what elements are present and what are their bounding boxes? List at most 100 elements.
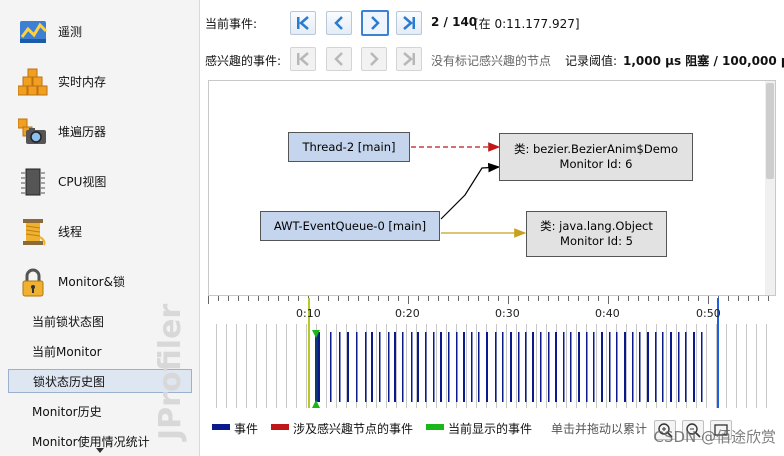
interesting-event-label: 感兴趣的事件: <box>205 54 282 68</box>
event-bar <box>548 332 550 402</box>
next-icon <box>371 16 380 30</box>
event-bar <box>318 332 320 402</box>
locking-graph[interactable]: Thread-2 [main] AWT-EventQueue-0 [main] … <box>208 80 776 296</box>
previous-event-button[interactable] <box>326 11 352 35</box>
event-bar <box>365 332 367 402</box>
drag-hint-text: 单击并拖动以累计 <box>551 422 648 436</box>
event-bar <box>555 332 557 402</box>
sidebar-item-cpu-views[interactable]: CPU视图 <box>0 157 199 207</box>
threads-icon <box>23 219 46 246</box>
subitem-label: 锁状态历史图 <box>33 375 106 389</box>
legend-events-label: 事件 <box>234 422 259 436</box>
event-timeline[interactable]: 0:10 0:20 0:30 0:40 0:50 <box>208 296 776 412</box>
scrollbar-thumb[interactable] <box>766 83 774 179</box>
sidebar-item-threads[interactable]: 线程 <box>0 207 199 257</box>
event-bar <box>330 332 332 402</box>
last-interesting-button[interactable] <box>396 47 422 71</box>
tick-label: 0:20 <box>395 307 420 320</box>
event-bar <box>356 332 358 402</box>
next-interesting-button[interactable] <box>361 47 387 71</box>
threshold-label: 记录阈值: <box>565 54 618 68</box>
blocked-arrow <box>440 162 501 220</box>
subitem-label: 当前Monitor <box>32 345 102 359</box>
legend-swatch-interesting <box>271 424 289 430</box>
scroll-down-icon[interactable] <box>96 448 104 454</box>
monitor-node-object[interactable]: 类: java.lang.Object Monitor Id: 5 <box>526 211 667 257</box>
event-bar <box>563 332 565 402</box>
thread-node-awt-eventqueue[interactable]: AWT-EventQueue-0 [main] <box>260 211 440 241</box>
event-bar <box>463 332 465 402</box>
timeline-canvas[interactable] <box>208 296 776 412</box>
next-event-button[interactable] <box>361 10 389 36</box>
csdn-watermark: CSDN @佰途欣赏 <box>653 428 776 446</box>
event-bar <box>525 332 527 402</box>
event-bar <box>586 332 588 402</box>
graph-edges <box>411 142 527 238</box>
previous-icon <box>334 52 343 66</box>
legend-swatch-current <box>426 424 444 430</box>
monitor-class-label: 类: bezier.BezierAnim$Demo <box>513 142 679 156</box>
event-bar <box>616 332 618 402</box>
event-bar <box>388 332 390 402</box>
lock-icon <box>22 268 44 297</box>
event-bar <box>379 332 381 402</box>
telemetry-icon <box>20 21 48 43</box>
jprofiler-watermark-text: JProfiler <box>153 304 188 442</box>
event-bar <box>433 332 435 402</box>
tick-label: 0:50 <box>696 307 721 320</box>
event-bar <box>647 332 649 402</box>
next-icon <box>370 52 379 66</box>
event-bar <box>670 332 672 402</box>
sidebar-item-label: 实时内存 <box>58 75 107 89</box>
event-bar <box>609 332 611 402</box>
event-bar <box>510 332 512 402</box>
event-bar <box>685 332 687 402</box>
event-bar <box>540 332 542 402</box>
event-bar <box>371 332 373 402</box>
event-bar <box>339 332 341 402</box>
sidebar-item-live-memory[interactable]: 实时内存 <box>0 57 199 107</box>
tick-label: 0:30 <box>495 307 520 320</box>
last-event-button[interactable] <box>396 11 422 35</box>
tick-label: 0:10 <box>296 307 321 320</box>
event-bar <box>425 332 427 402</box>
event-bar <box>532 332 534 402</box>
live-memory-icon <box>18 68 48 96</box>
event-bar <box>601 332 603 402</box>
event-bar <box>701 332 703 402</box>
previous-interesting-button[interactable] <box>326 47 352 71</box>
sidebar-item-label: 线程 <box>58 225 83 239</box>
event-bar <box>624 332 626 402</box>
first-interesting-button[interactable] <box>290 47 316 71</box>
event-bar <box>486 332 488 402</box>
thread-node-label: AWT-EventQueue-0 [main] <box>273 218 427 233</box>
sidebar-item-label: Monitor&锁 <box>58 275 125 289</box>
subitem-label: Monitor历史 <box>32 405 102 419</box>
sidebar-item-heap-walker[interactable]: 堆遍历器 <box>0 107 199 157</box>
graph-scrollbar[interactable] <box>765 81 775 295</box>
jprofiler-watermark: JProfiler <box>153 304 188 442</box>
sidebar-item-telemetry[interactable]: 遥测 <box>0 7 199 57</box>
event-bar <box>456 332 458 402</box>
monitor-id-label: Monitor Id: 6 <box>559 157 633 171</box>
event-bar <box>655 332 657 402</box>
event-bar <box>417 332 419 402</box>
monitor-node-bezier[interactable]: 类: bezier.BezierAnim$Demo Monitor Id: 6 <box>499 133 693 181</box>
event-bar <box>593 332 595 402</box>
first-icon <box>297 16 309 30</box>
event-bar <box>639 332 641 402</box>
first-event-button[interactable] <box>290 11 316 35</box>
event-bar <box>570 332 572 402</box>
current-event-label: 当前事件: <box>205 17 258 31</box>
event-bar <box>394 332 396 402</box>
monitor-class-label: 类: java.lang.Object <box>540 219 653 233</box>
event-bar <box>578 332 580 402</box>
tick-label: 0:40 <box>595 307 620 320</box>
previous-icon <box>334 16 343 30</box>
event-bar <box>632 332 634 402</box>
sidebar-item-label: 遥测 <box>58 25 83 39</box>
event-bar <box>471 332 473 402</box>
event-bar <box>518 332 520 402</box>
thread-node-thread-2[interactable]: Thread-2 [main] <box>288 132 410 162</box>
event-bar <box>502 332 504 402</box>
